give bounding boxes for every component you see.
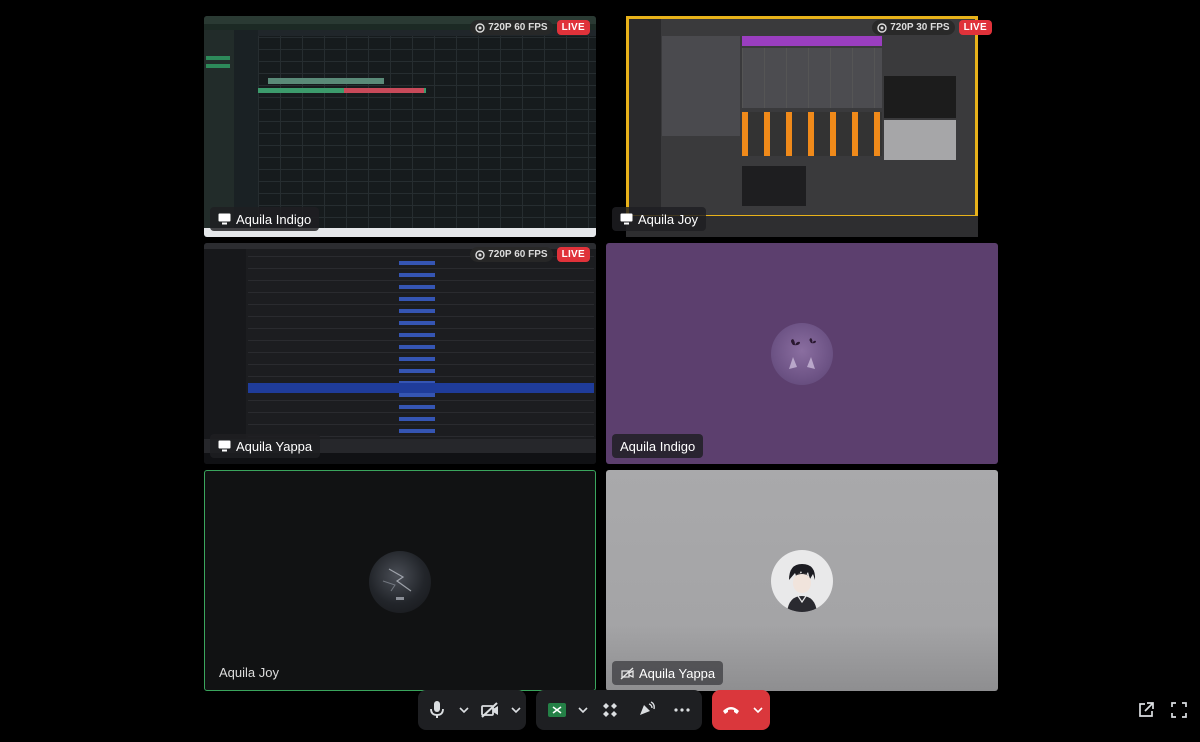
screen-share-status-icon	[218, 213, 231, 225]
activity-control-group	[536, 690, 702, 730]
disconnect-options-button[interactable]	[750, 690, 766, 730]
camera-off-icon	[481, 702, 498, 718]
stream-tile-aquila-yappa[interactable]: 720P 60 FPS LIVE Aquila Yappa	[204, 243, 596, 464]
more-icon	[674, 708, 690, 712]
live-badge: LIVE	[556, 20, 590, 35]
stream-quality-icon	[475, 22, 485, 33]
participant-name: Aquila Indigo	[236, 211, 312, 227]
screen-share-status-icon	[218, 440, 231, 452]
avatar	[771, 550, 833, 612]
screen-share-options-button[interactable]	[574, 690, 592, 730]
microphone-icon	[430, 701, 444, 718]
camera-off-status-icon	[620, 666, 634, 680]
stream-quality-badge: 720P 60 FPS	[470, 247, 553, 262]
hang-up-icon	[723, 707, 739, 714]
camera-button[interactable]	[474, 690, 506, 730]
camera-options-button[interactable]	[506, 690, 526, 730]
mute-button[interactable]	[420, 690, 454, 730]
stream-quality-badge: 720P 30 FPS	[872, 20, 955, 35]
disconnect-control-group	[712, 690, 770, 730]
butterfly-hands-icon	[789, 338, 816, 369]
chevron-down-icon	[753, 707, 763, 714]
soundboard-icon	[640, 701, 655, 715]
stream-tile-aquila-joy[interactable]: 720P 30 FPS LIVE Aquila Joy	[606, 16, 998, 237]
lightning-art-icon	[382, 568, 412, 600]
stream-quality-icon	[877, 22, 887, 33]
screen-share-icon	[552, 706, 562, 714]
stream-quality-icon	[475, 249, 485, 260]
participant-name: Aquila Indigo	[620, 438, 696, 454]
shared-screen-daw	[204, 16, 596, 237]
avatar	[771, 323, 833, 385]
fullscreen-icon	[1171, 702, 1187, 718]
user-tile-aquila-indigo[interactable]: Aquila Indigo	[606, 243, 998, 464]
avatar	[369, 551, 431, 613]
more-options-button[interactable]	[664, 690, 700, 730]
tile-name-label: Aquila Indigo	[612, 434, 704, 458]
stream-quality-badge: 720P 60 FPS	[470, 20, 553, 35]
popout-button[interactable]	[1133, 697, 1159, 723]
user-tile-aquila-joy[interactable]: Aquila Joy	[204, 470, 596, 691]
anime-avatar-icon	[787, 564, 817, 612]
chevron-down-icon	[578, 707, 588, 714]
fullscreen-button[interactable]	[1166, 697, 1192, 723]
tile-name-label: Aquila Yappa	[612, 661, 724, 685]
shared-screen-mixer	[626, 16, 978, 237]
screen-share-button[interactable]	[540, 690, 574, 730]
popout-icon	[1139, 702, 1154, 717]
shared-screen-sample-browser	[204, 243, 596, 464]
stream-quality-text: 720P 60 FPS	[488, 249, 548, 260]
participant-name: Aquila Yappa	[236, 438, 313, 454]
user-tile-aquila-yappa[interactable]: Aquila Yappa	[606, 470, 998, 691]
live-badge: LIVE	[556, 247, 590, 262]
voice-control-group	[418, 690, 526, 730]
participant-name: Aquila Joy	[219, 664, 279, 680]
chevron-down-icon	[459, 707, 469, 714]
stream-quality-text: 720P 30 FPS	[890, 22, 950, 33]
stream-quality-text: 720P 60 FPS	[488, 22, 548, 33]
activities-button[interactable]	[592, 690, 628, 730]
live-badge: LIVE	[958, 20, 992, 35]
stream-tile-aquila-indigo[interactable]: 720P 60 FPS LIVE Aquila Indigo	[204, 16, 596, 237]
screen-share-status-icon	[620, 213, 633, 225]
activities-icon	[603, 703, 617, 717]
participant-name: Aquila Yappa	[639, 665, 716, 681]
tile-name-label: Aquila Joy	[612, 207, 706, 231]
chevron-down-icon	[511, 707, 521, 714]
disconnect-button[interactable]	[712, 690, 750, 730]
tile-name-label: Aquila Joy	[211, 660, 287, 684]
tile-name-label: Aquila Yappa	[210, 434, 321, 458]
participant-name: Aquila Joy	[638, 211, 698, 227]
mic-options-button[interactable]	[454, 690, 474, 730]
soundboard-button[interactable]	[628, 690, 664, 730]
tile-name-label: Aquila Indigo	[210, 207, 320, 231]
